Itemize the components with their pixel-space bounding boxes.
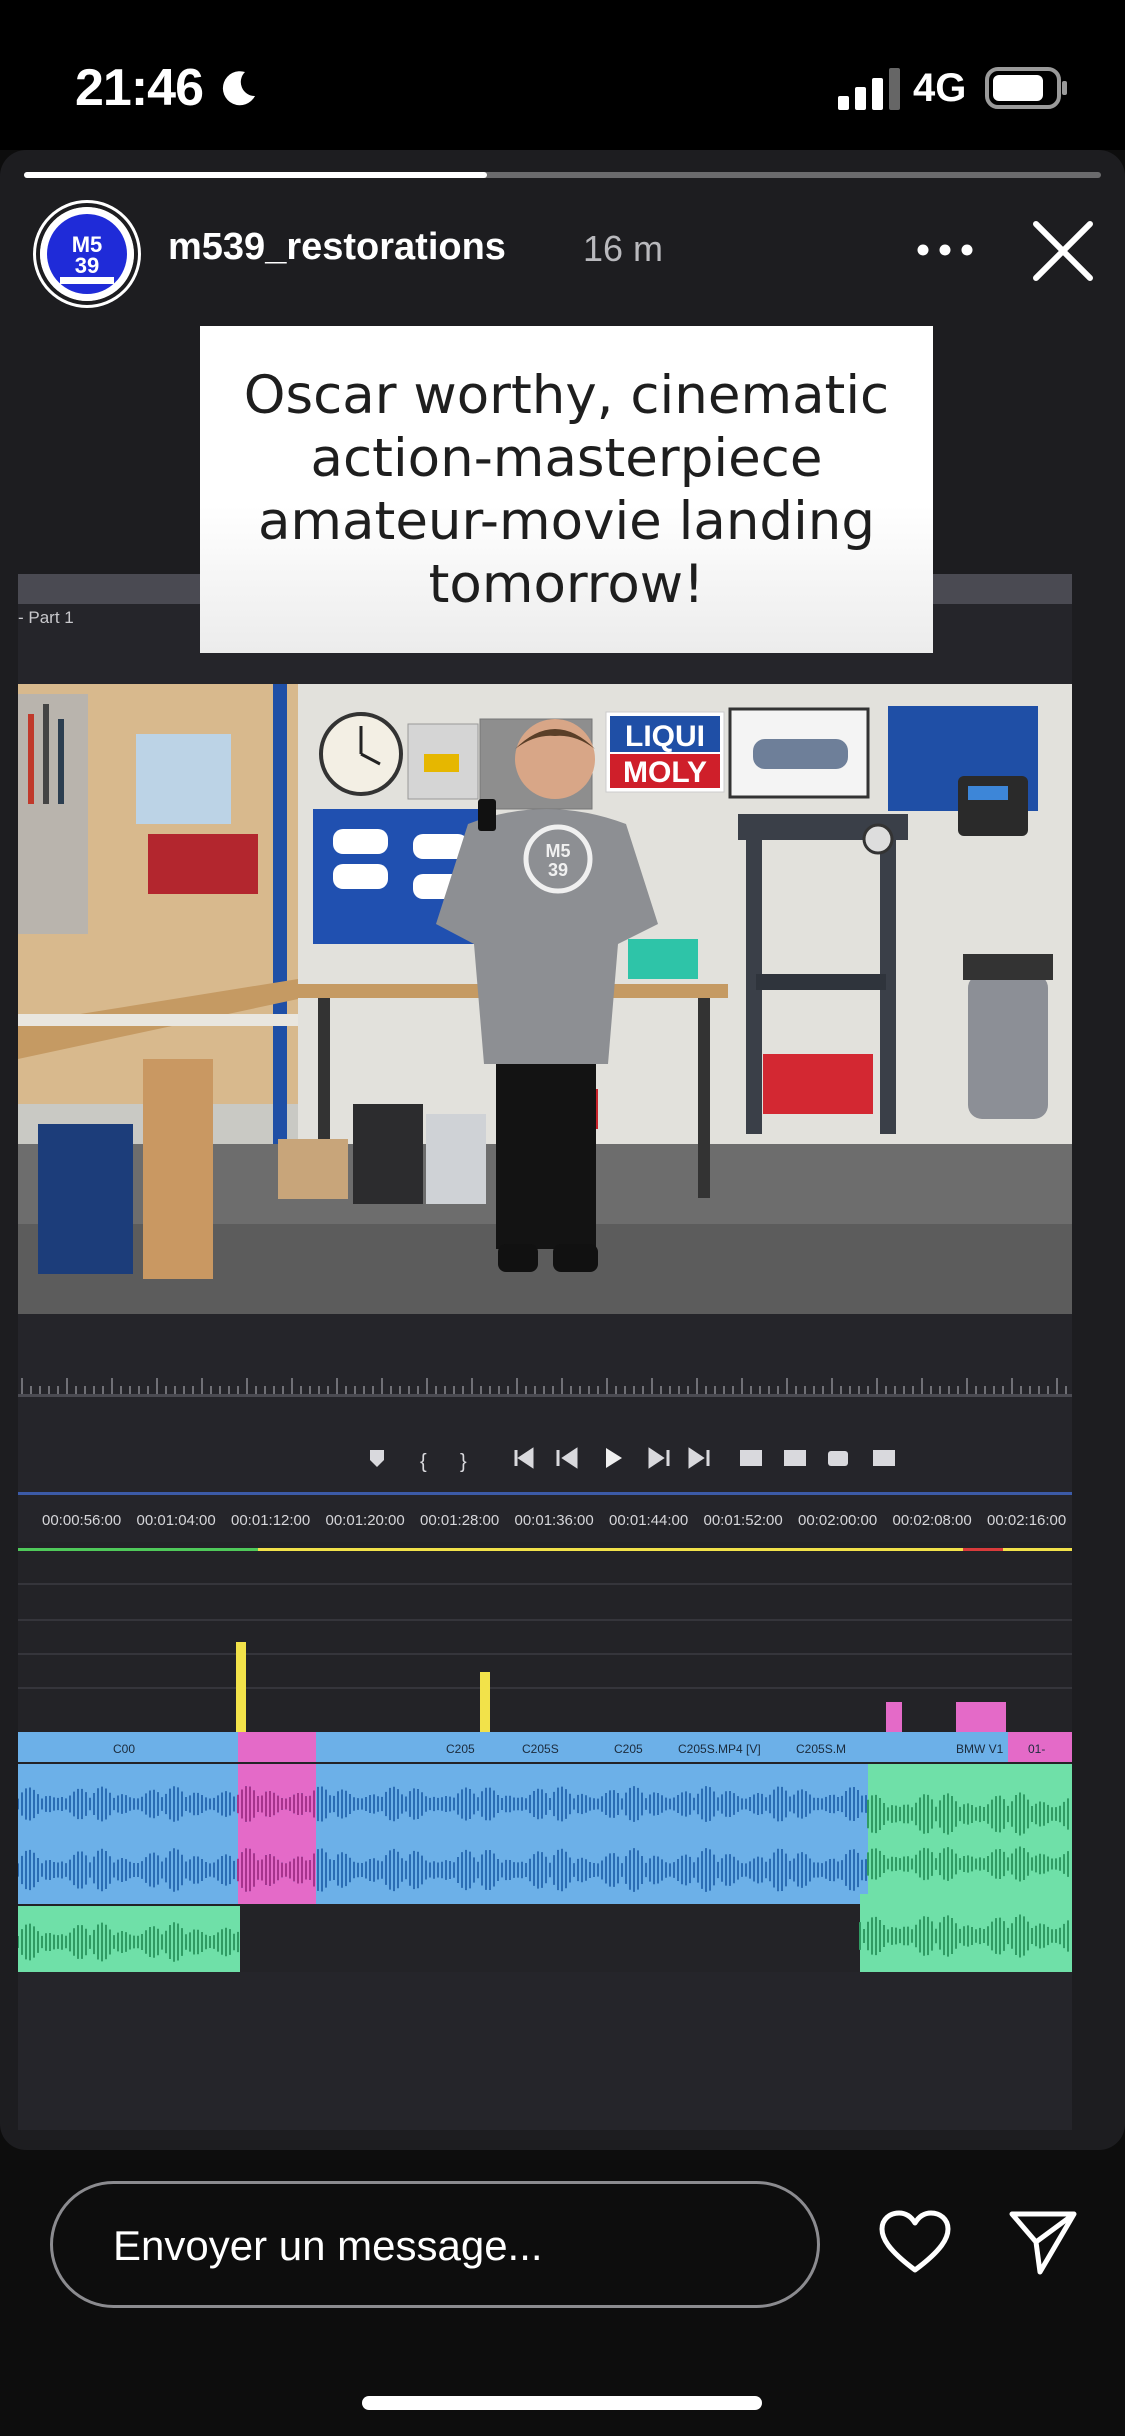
svg-text:39: 39 (75, 253, 99, 278)
timecode-label: 00:01:28:00 (420, 1512, 500, 1529)
more-horizontal-icon[interactable] (915, 238, 975, 262)
timecode-label: 00:01:04:00 (136, 1512, 216, 1529)
svg-text:{: { (420, 1451, 427, 1473)
marker-icon (370, 1450, 384, 1467)
clip-label: C205 (446, 1742, 475, 1756)
message-placeholder: Envoyer un message... (113, 2222, 543, 2269)
username[interactable]: m539_restorations (168, 226, 506, 269)
overwrite-icon (784, 1450, 806, 1466)
clip-label: C205S.MP4 [V] (678, 1742, 761, 1756)
clip-label: C205S.M (796, 1742, 846, 1756)
step-forward-icon (648, 1447, 670, 1469)
play-icon (606, 1448, 622, 1468)
caption-text: Oscar worthy, cinematic action-masterpie… (243, 364, 890, 615)
timecode-label: 00:01:12:00 (231, 1512, 311, 1529)
go-to-out-icon (688, 1447, 710, 1469)
svg-text:39: 39 (548, 860, 568, 880)
svg-text:LIQUI: LIQUI (625, 720, 705, 753)
step-back-icon (556, 1447, 578, 1469)
clip-label: 01- (1028, 1742, 1045, 1756)
timecode-label: 00:02:08:00 (892, 1512, 972, 1529)
moon-icon (222, 71, 255, 106)
timecode-label: 00:01:44:00 (609, 1512, 689, 1529)
camera-icon (828, 1451, 848, 1466)
timeline-tracks: C00 C205 C205S C205 C205S.MP4 [V] C205S.M BMW … (18, 1542, 1072, 1972)
timecode-label: 00:00:56:00 (42, 1512, 122, 1529)
brand-logo: M5 39 (40, 207, 134, 301)
battery-icon (985, 67, 1067, 109)
clip-label: C00 (113, 1742, 135, 1756)
avatar[interactable]: M5 39 (36, 203, 138, 305)
monitor-ruler (18, 1378, 1072, 1397)
post-time: 16 m (583, 228, 664, 269)
svg-text:MOLY: MOLY (623, 756, 707, 789)
send-icon[interactable] (1008, 2208, 1078, 2276)
timecode-label: 00:01:20:00 (325, 1512, 405, 1529)
status-time: 21:46 (75, 59, 204, 117)
timecode-label: 00:02:00:00 (798, 1512, 878, 1529)
message-input[interactable]: Envoyer un message... (50, 2181, 820, 2308)
clip-label: BMW V1 (956, 1742, 1004, 1756)
network-type: 4G (913, 66, 967, 110)
story-media: - Part 1 LIQUI MOLY M5 39 {} 00:00:56:0… (18, 574, 1072, 2130)
clip-label: C205S (522, 1742, 559, 1756)
clip-label: C205 (614, 1742, 643, 1756)
transport-controls: { } (370, 1447, 895, 1473)
close-icon[interactable] (1030, 218, 1096, 284)
svg-text:}: } (460, 1451, 467, 1473)
heart-icon[interactable] (878, 2210, 952, 2276)
story-caption-sticker: Oscar worthy, cinematic action-masterpie… (200, 326, 933, 653)
story-progress-bar (24, 172, 1101, 178)
timecode-label: 00:02:16:00 (987, 1512, 1067, 1529)
timeline-timecodes: 00:00:56:00 00:01:04:00 00:01:12:00 00:01:2… (18, 1502, 1072, 1542)
status-bar: 21:46 4G (0, 0, 1125, 150)
compare-icon (873, 1450, 895, 1466)
timecode-label: 00:01:52:00 (703, 1512, 783, 1529)
go-to-in-icon (514, 1447, 534, 1469)
story-progress-fill (24, 172, 488, 178)
sequence-label: - Part 1 (18, 608, 74, 627)
home-indicator[interactable] (362, 2396, 762, 2410)
timecode-label: 00:01:36:00 (514, 1512, 594, 1529)
insert-icon (740, 1450, 762, 1466)
cellular-signal-icon (838, 68, 900, 110)
program-monitor-frame: LIQUI MOLY M5 39 (18, 684, 1072, 1314)
story-viewer[interactable]: M5 39 m539_restorations 16 m - Part 1 LI… (0, 150, 1125, 2150)
svg-text:M5: M5 (545, 841, 570, 861)
